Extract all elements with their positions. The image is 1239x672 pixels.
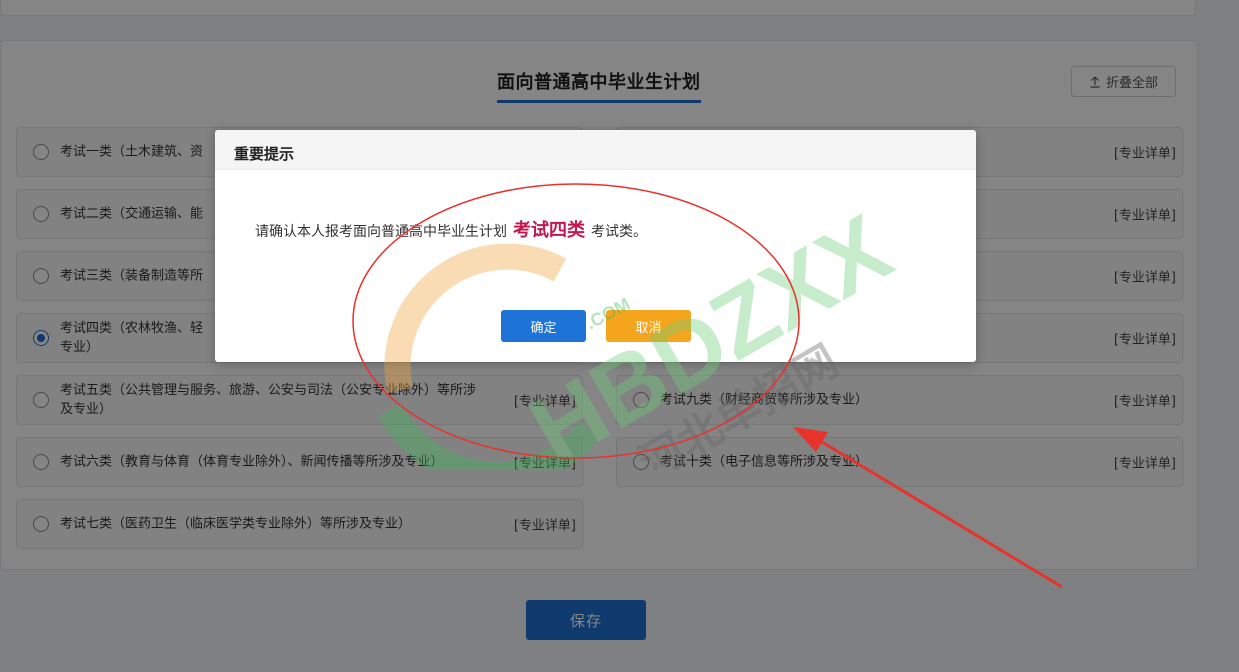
confirm-dialog: 重要提示 请确认本人报考面向普通高中毕业生计划 考试四类 考试类。 确定 取消 — [215, 130, 976, 362]
dialog-message-suffix: 考试类。 — [591, 224, 647, 240]
dialog-message: 请确认本人报考面向普通高中毕业生计划 考试四类 考试类。 — [255, 216, 647, 242]
dialog-message-highlight: 考试四类 — [513, 220, 585, 241]
cancel-button[interactable]: 取消 — [606, 310, 691, 342]
dialog-message-prefix: 请确认本人报考面向普通高中毕业生计划 — [255, 224, 507, 240]
dialog-title: 重要提示 — [215, 130, 976, 170]
confirm-button[interactable]: 确定 — [501, 310, 586, 342]
